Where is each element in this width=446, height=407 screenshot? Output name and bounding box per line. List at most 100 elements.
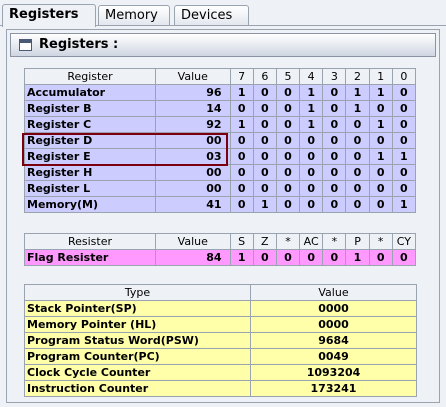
register-row[interactable]: Register D 00 0 0 0 0 0 0 0 0	[24, 132, 417, 149]
register-bit: 0	[252, 132, 277, 149]
flag-bit: 0	[322, 249, 347, 266]
info-type: Program Status Word(PSW)	[24, 332, 251, 349]
info-type: Instruction Counter	[24, 380, 251, 397]
register-value: 96	[155, 84, 231, 101]
tab-memory[interactable]: Memory	[98, 5, 170, 25]
info-header-cell: Value	[250, 284, 417, 301]
flag-row: Flag Resister 84 1 0 0 0 0 1 0 0	[24, 249, 417, 266]
registers-header-cell: Register	[24, 68, 156, 85]
register-bit: 0	[252, 116, 277, 133]
tab-registers[interactable]: Registers	[2, 4, 96, 27]
info-table: Type Value Stack Pointer(SP) 0000 Memory Po…	[24, 284, 417, 397]
info-row: Program Counter(PC) 0049	[24, 348, 417, 365]
tab-devices[interactable]: Devices	[174, 5, 249, 25]
register-bit: 0	[275, 164, 301, 181]
flag-bit: 0	[299, 249, 324, 266]
register-bit: 0	[391, 164, 417, 181]
info-header-cell: Type	[24, 284, 251, 301]
register-bit: 0	[391, 116, 417, 133]
registers-header-row: Register Value 7 6 5 4 3 2 1 0	[24, 68, 417, 85]
flag-header-cell: *	[368, 233, 393, 250]
register-row[interactable]: Register B 14 0 0 0 1 0 1 0 0	[24, 100, 417, 117]
register-bit: 1	[368, 116, 393, 133]
register-bit: 0	[391, 84, 417, 101]
info-value: 173241	[250, 380, 417, 397]
register-bit: 0	[368, 196, 393, 213]
info-value: 9684	[250, 332, 417, 349]
register-bit: 0	[322, 180, 347, 197]
register-bit: 0	[345, 116, 370, 133]
register-name: Register H	[24, 164, 156, 181]
register-bit: 0	[345, 180, 370, 197]
register-bit: 0	[391, 132, 417, 149]
flag-header-cell: *	[322, 233, 347, 250]
register-bit: 0	[299, 196, 324, 213]
register-row[interactable]: Accumulator 96 1 0 0 1 0 1 1 0	[24, 84, 417, 101]
register-value: 00	[155, 132, 231, 149]
flag-value: 84	[155, 249, 231, 266]
register-bit: 1	[391, 196, 417, 213]
info-row: Instruction Counter 173241	[24, 380, 417, 397]
register-bit: 1	[299, 84, 324, 101]
flag-header-row: Resister Value S Z * AC * P * CY	[24, 233, 417, 250]
register-bit: 1	[345, 100, 370, 117]
register-bit: 0	[229, 164, 254, 181]
registers-header-cell: 7	[229, 68, 254, 85]
register-bit: 0	[229, 196, 254, 213]
register-bit: 0	[275, 84, 301, 101]
flag-bit: 0	[275, 249, 301, 266]
window-icon	[19, 39, 32, 51]
register-name: Register C	[24, 116, 156, 133]
register-row[interactable]: Memory(M) 41 0 1 0 0 0 0 0 1	[24, 196, 417, 213]
register-bit: 0	[275, 116, 301, 133]
register-bit: 0	[299, 180, 324, 197]
register-bit: 0	[322, 148, 347, 165]
register-bit: 0	[368, 132, 393, 149]
register-bit: 0	[229, 132, 254, 149]
tab-bar: Registers Memory Devices	[0, 0, 446, 27]
flag-bit: 0	[368, 249, 393, 266]
registers-header-cell: 0	[391, 68, 417, 85]
registers-header-cell: Value	[155, 68, 231, 85]
flag-header-cell: S	[229, 233, 254, 250]
register-bit: 0	[345, 148, 370, 165]
register-bit: 1	[299, 100, 324, 117]
register-bit: 1	[368, 84, 393, 101]
register-row[interactable]: Register H 00 0 0 0 0 0 0 0 0	[24, 164, 417, 181]
register-bit: 0	[322, 132, 347, 149]
panel-title: Registers :	[39, 37, 119, 52]
panel-titlebar: Registers :	[10, 33, 436, 57]
flag-bit: 0	[252, 249, 277, 266]
registers-header-cell: 5	[275, 68, 301, 85]
register-bit: 0	[299, 132, 324, 149]
register-bit: 0	[229, 148, 254, 165]
register-bit: 0	[252, 180, 277, 197]
register-bit: 1	[368, 148, 393, 165]
info-row: Clock Cycle Counter 1093204	[24, 364, 417, 381]
register-bit: 0	[368, 164, 393, 181]
register-bit: 0	[275, 132, 301, 149]
info-type: Memory Pointer (HL)	[24, 316, 251, 333]
register-value: 00	[155, 180, 231, 197]
registers-header-cell: 2	[345, 68, 370, 85]
register-bit: 0	[391, 180, 417, 197]
flag-table: Resister Value S Z * AC * P * CY Flag Resister 84 1…	[24, 233, 417, 266]
flag-header-cell: *	[275, 233, 301, 250]
register-row[interactable]: Register E 03 0 0 0 0 0 0 1 1	[24, 148, 417, 165]
flag-header-cell: Resister	[24, 233, 156, 250]
register-bit: 0	[391, 100, 417, 117]
flag-header-cell: CY	[391, 233, 417, 250]
register-bit: 1	[229, 116, 254, 133]
register-bit: 0	[368, 100, 393, 117]
registers-table: Register Value 7 6 5 4 3 2 1 0 Accumulator 96 1 0 0 1 0…	[24, 68, 417, 213]
register-bit: 0	[322, 164, 347, 181]
register-bit: 0	[345, 132, 370, 149]
register-value: 41	[155, 196, 231, 213]
register-row[interactable]: Register L 00 0 0 0 0 0 0 0 0	[24, 180, 417, 197]
info-type: Stack Pointer(SP)	[24, 300, 251, 317]
register-value: 00	[155, 164, 231, 181]
register-bit: 0	[252, 164, 277, 181]
register-row[interactable]: Register C 92 1 0 0 1 0 0 1 0	[24, 116, 417, 133]
register-bit: 0	[252, 100, 277, 117]
registers-header-cell: 6	[252, 68, 277, 85]
